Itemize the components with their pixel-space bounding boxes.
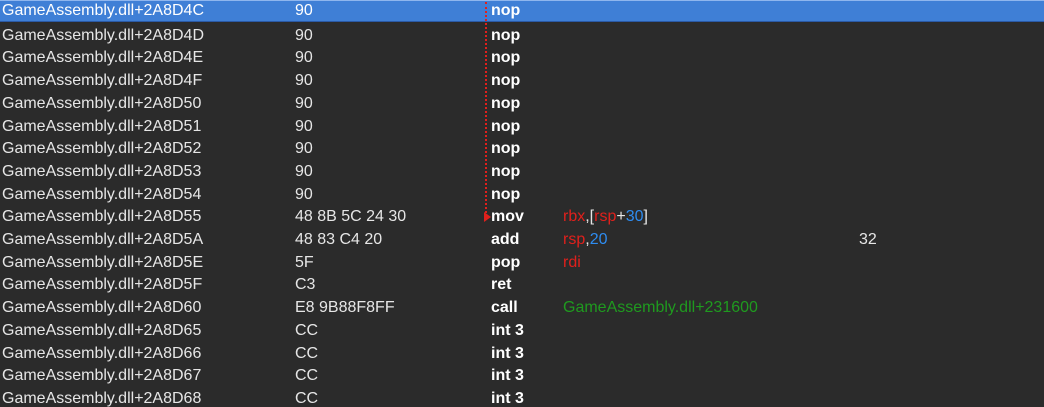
address-cell: GameAssembly.dll+2A8D5A <box>2 231 204 248</box>
operands-cell: rdi <box>563 252 581 274</box>
bytes-cell: 90 <box>295 140 313 158</box>
disasm-row[interactable]: GameAssembly.dll+2A8D66 CC int 3 <box>0 343 1044 365</box>
disasm-row[interactable]: GameAssembly.dll+2A8D4D 90 nop <box>0 25 1044 47</box>
disasm-row[interactable]: GameAssembly.dll+2A8D5F C3 ret <box>0 274 1044 296</box>
opcode-cell: int 3 <box>491 389 524 407</box>
bytes-cell: E8 9B88F8FF <box>295 299 395 317</box>
disasm-row[interactable]: GameAssembly.dll+2A8D60 E8 9B88F8FF call Ga… <box>0 297 1044 319</box>
address-cell: GameAssembly.dll+2A8D5E <box>2 253 204 271</box>
bytes-cell: CC <box>295 389 319 407</box>
disasm-row[interactable]: GameAssembly.dll+2A8D55 48 8B 5C 24 30 mov… <box>0 206 1044 228</box>
disasm-row[interactable]: GameAssembly.dll+2A8D5A 48 83 C4 20 add rsp… <box>0 229 1044 251</box>
disasm-row[interactable]: GameAssembly.dll+2A8D50 90 nop <box>0 93 1044 115</box>
jump-line <box>485 2 487 218</box>
address-cell: GameAssembly.dll+2A8D66 <box>2 344 202 362</box>
bytes-cell: CC <box>295 367 319 385</box>
opcode-cell: nop <box>491 72 521 90</box>
operand-token: + <box>616 208 626 226</box>
address-cell: GameAssembly.dll+2A8D60 <box>2 299 202 317</box>
opcode-cell: int 3 <box>491 321 524 339</box>
bytes-cell: 90 <box>295 117 313 135</box>
bytes-cell: 48 8B 5C 24 30 <box>295 208 407 226</box>
operands-cell: rbx,[rsp+30] <box>563 206 648 228</box>
opcode-cell: add <box>491 231 520 248</box>
opcode-cell: int 3 <box>491 367 524 385</box>
disasm-row[interactable]: GameAssembly.dll+2A8D4E 90 nop <box>0 47 1044 69</box>
disasm-row[interactable]: GameAssembly.dll+2A8D53 90 nop <box>0 161 1044 183</box>
disasm-row[interactable]: GameAssembly.dll+2A8D65 CC int 3 <box>0 320 1044 342</box>
address-cell: GameAssembly.dll+2A8D67 <box>2 367 202 385</box>
operand-token: rbx <box>563 208 586 226</box>
address-cell: GameAssembly.dll+2A8D4F <box>2 72 203 90</box>
disasm-row[interactable]: GameAssembly.dll+2A8D52 90 nop <box>0 138 1044 160</box>
comment-cell: 32 <box>859 231 877 248</box>
opcode-cell: nop <box>491 117 521 135</box>
address-cell: GameAssembly.dll+2A8D50 <box>2 94 202 112</box>
opcode-cell: nop <box>491 49 521 67</box>
opcode-cell: ret <box>491 276 512 294</box>
operand-token: 20 <box>589 231 608 248</box>
opcode-cell: nop <box>491 2 521 19</box>
disasm-row[interactable]: GameAssembly.dll+2A8D5E 5F pop rdi <box>0 252 1044 274</box>
opcode-cell: nop <box>491 140 521 158</box>
address-cell: GameAssembly.dll+2A8D53 <box>2 162 202 180</box>
bytes-cell: 90 <box>295 185 313 203</box>
bytes-cell: 90 <box>295 72 313 90</box>
operand-token: 30 <box>625 208 644 226</box>
disasm-row[interactable]: GameAssembly.dll+2A8D51 90 nop <box>0 116 1044 138</box>
disasm-row[interactable]: GameAssembly.dll+2A8D4F 90 nop <box>0 70 1044 92</box>
operand-token: ,[ <box>585 208 595 226</box>
address-cell: GameAssembly.dll+2A8D55 <box>2 208 202 226</box>
opcode-cell: int 3 <box>491 344 524 362</box>
bytes-cell: 90 <box>295 162 313 180</box>
opcode-cell: call <box>491 299 518 317</box>
bytes-cell: 90 <box>295 2 313 19</box>
operand-token: rsp <box>594 208 617 226</box>
operands-cell: GameAssembly.dll+231600 <box>563 297 758 319</box>
opcode-cell: nop <box>491 162 521 180</box>
operands-cell: rsp,20 <box>563 229 607 251</box>
operand-token: rdi <box>563 253 581 271</box>
bytes-cell: CC <box>295 344 319 362</box>
disassembler-view[interactable]: GameAssembly.dll+2A8D4C 90 nop GameAssembly… <box>0 0 1044 407</box>
opcode-cell: nop <box>491 94 521 112</box>
address-cell: GameAssembly.dll+2A8D51 <box>2 117 202 135</box>
operand-token: GameAssembly.dll+231600 <box>563 299 758 317</box>
opcode-cell: nop <box>491 185 521 203</box>
opcode-cell: nop <box>491 26 521 44</box>
bytes-cell: 90 <box>295 26 313 44</box>
disasm-row[interactable]: GameAssembly.dll+2A8D54 90 nop <box>0 184 1044 206</box>
bytes-cell: 5F <box>295 253 314 271</box>
disasm-row[interactable]: GameAssembly.dll+2A8D4C 90 nop <box>0 0 1044 22</box>
opcode-cell: mov <box>491 208 524 226</box>
bytes-cell: C3 <box>295 276 316 294</box>
address-cell: GameAssembly.dll+2A8D52 <box>2 140 202 158</box>
address-cell: GameAssembly.dll+2A8D4E <box>2 49 204 67</box>
address-cell: GameAssembly.dll+2A8D68 <box>2 389 202 407</box>
address-cell: GameAssembly.dll+2A8D4C <box>2 2 205 19</box>
disasm-row[interactable]: GameAssembly.dll+2A8D67 CC int 3 <box>0 365 1044 387</box>
address-cell: GameAssembly.dll+2A8D65 <box>2 321 202 339</box>
address-cell: GameAssembly.dll+2A8D54 <box>2 185 202 203</box>
opcode-cell: pop <box>491 253 521 271</box>
address-cell: GameAssembly.dll+2A8D5F <box>2 276 203 294</box>
bytes-cell: CC <box>295 321 319 339</box>
operand-token: ] <box>643 208 648 226</box>
bytes-cell: 90 <box>295 49 313 67</box>
operand-token: rsp <box>563 231 586 248</box>
bytes-cell: 90 <box>295 94 313 112</box>
bytes-cell: 48 83 C4 20 <box>295 231 383 248</box>
disasm-row[interactable]: GameAssembly.dll+2A8D68 CC int 3 <box>0 388 1044 407</box>
address-cell: GameAssembly.dll+2A8D4D <box>2 26 205 44</box>
jump-arrow-icon <box>484 212 491 223</box>
